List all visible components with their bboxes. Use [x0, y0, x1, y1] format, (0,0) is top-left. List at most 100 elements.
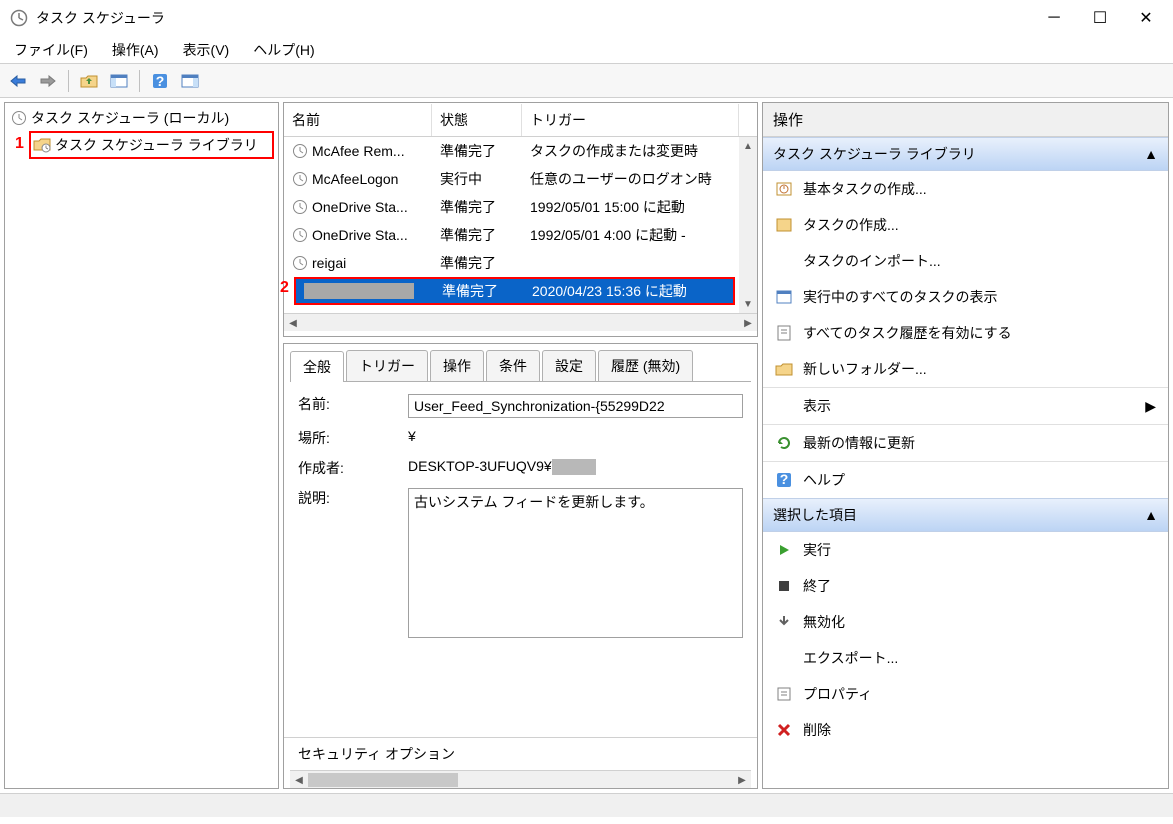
- task-list-horizontal-scrollbar[interactable]: ◀ ▶: [284, 313, 757, 331]
- details-horizontal-scrollbar[interactable]: ◀ ▶: [290, 770, 751, 788]
- action-run[interactable]: 実行: [763, 532, 1168, 568]
- actions-pane-header: 操作: [763, 103, 1168, 137]
- clock-icon: [11, 110, 27, 126]
- annotation-1: 1: [15, 135, 24, 153]
- running-tasks-icon: [775, 288, 793, 306]
- details-tabs: 全般 トリガー 操作 条件 設定 履歴 (無効): [284, 344, 757, 381]
- column-name[interactable]: 名前: [284, 104, 432, 136]
- tree-library-item[interactable]: 1 タスク スケジューラ ライブラリ: [29, 131, 274, 159]
- action-export[interactable]: エクスポート...: [763, 640, 1168, 676]
- tree-library-label: タスク スケジューラ ライブラリ: [55, 135, 258, 155]
- up-level-button[interactable]: [77, 69, 101, 93]
- field-name[interactable]: [408, 394, 743, 418]
- action-show-running[interactable]: 実行中のすべてのタスクの表示: [763, 279, 1168, 315]
- tab-triggers[interactable]: トリガー: [346, 350, 428, 381]
- action-refresh[interactable]: 最新の情報に更新: [763, 425, 1168, 461]
- annotation-2: 2: [280, 279, 289, 297]
- action-create-task[interactable]: タスクの作成...: [763, 207, 1168, 243]
- task-status: 準備完了: [432, 138, 522, 164]
- scroll-down-icon[interactable]: ▼: [739, 295, 757, 313]
- basic-task-icon: [775, 180, 793, 198]
- show-hide-action-pane-button[interactable]: [178, 69, 202, 93]
- close-button[interactable]: ✕: [1123, 2, 1169, 34]
- tab-general[interactable]: 全般: [290, 351, 344, 382]
- action-label: ヘルプ: [803, 470, 845, 490]
- task-row[interactable]: McAfeeLogon 実行中 任意のユーザーのログオン時: [284, 165, 739, 193]
- title-bar: タスク スケジューラ ─ ☐ ✕: [0, 0, 1173, 36]
- properties-icon: [775, 685, 793, 703]
- tab-conditions[interactable]: 条件: [486, 350, 540, 381]
- task-list-vertical-scrollbar[interactable]: ▲ ▼: [739, 137, 757, 313]
- run-icon: [775, 541, 793, 559]
- action-new-folder[interactable]: 新しいフォルダー...: [763, 351, 1168, 387]
- show-hide-tree-button[interactable]: [107, 69, 131, 93]
- actions-section-selected[interactable]: 選択した項目 ▲: [763, 498, 1168, 532]
- scrollbar-thumb[interactable]: [308, 773, 458, 787]
- collapse-icon[interactable]: ▲: [1144, 507, 1158, 523]
- redacted-task-name: [304, 283, 414, 299]
- app-icon: [10, 9, 28, 27]
- task-status: 準備完了: [432, 222, 522, 248]
- tree-root-item[interactable]: タスク スケジューラ (ローカル): [9, 107, 274, 129]
- collapse-icon[interactable]: ▲: [1144, 146, 1158, 162]
- main-area: タスク スケジューラ (ローカル) 1 タスク スケジューラ ライブラリ 名前 …: [0, 98, 1173, 793]
- task-row[interactable]: OneDrive Sta... 準備完了 1992/05/01 15:00 に起…: [284, 193, 739, 221]
- scroll-up-icon[interactable]: ▲: [739, 137, 757, 155]
- column-status[interactable]: 状態: [432, 104, 522, 136]
- task-row[interactable]: OneDrive Sta... 準備完了 1992/05/01 4:00 に起動…: [284, 221, 739, 249]
- tab-actions[interactable]: 操作: [430, 350, 484, 381]
- action-disable[interactable]: 無効化: [763, 604, 1168, 640]
- menu-bar: ファイル(F) 操作(A) 表示(V) ヘルプ(H): [0, 36, 1173, 64]
- task-row[interactable]: reigai 準備完了: [284, 249, 739, 277]
- action-help[interactable]: ? ヘルプ: [763, 462, 1168, 498]
- menu-action[interactable]: 操作(A): [100, 36, 171, 64]
- submenu-arrow-icon: ▶: [1145, 398, 1156, 415]
- clock-icon: [292, 171, 308, 187]
- scroll-left-icon[interactable]: ◀: [290, 771, 308, 789]
- action-create-basic-task[interactable]: 基本タスクの作成...: [763, 171, 1168, 207]
- actions-section-library[interactable]: タスク スケジューラ ライブラリ ▲: [763, 137, 1168, 171]
- task-name: OneDrive Sta...: [312, 199, 408, 215]
- tab-history[interactable]: 履歴 (無効): [598, 350, 693, 381]
- action-label: タスクの作成...: [803, 215, 899, 235]
- action-label: 最新の情報に更新: [803, 433, 915, 453]
- action-import-task[interactable]: タスクのインポート...: [763, 243, 1168, 279]
- forward-button[interactable]: [36, 69, 60, 93]
- clock-icon: [292, 143, 308, 159]
- scroll-right-icon[interactable]: ▶: [733, 771, 751, 789]
- action-enable-history[interactable]: すべてのタスク履歴を有効にする: [763, 315, 1168, 351]
- toolbar-separator: [68, 70, 69, 92]
- maximize-button[interactable]: ☐: [1077, 2, 1123, 34]
- help-button[interactable]: ?: [148, 69, 172, 93]
- back-button[interactable]: [6, 69, 30, 93]
- column-trigger[interactable]: トリガー: [522, 104, 739, 136]
- label-location: 場所:: [298, 428, 408, 448]
- action-label: 表示: [803, 396, 831, 416]
- menu-help[interactable]: ヘルプ(H): [241, 36, 326, 64]
- action-end[interactable]: 終了: [763, 568, 1168, 604]
- export-icon: [775, 649, 793, 667]
- task-trigger: [522, 260, 739, 266]
- minimize-button[interactable]: ─: [1031, 2, 1077, 34]
- scroll-right-icon[interactable]: ▶: [739, 314, 757, 332]
- action-delete[interactable]: 削除: [763, 712, 1168, 748]
- task-trigger: 1992/05/01 15:00 に起動: [522, 194, 739, 220]
- security-options-header: セキュリティ オプション: [284, 737, 757, 770]
- svg-text:?: ?: [780, 472, 789, 487]
- field-description[interactable]: [408, 488, 743, 638]
- task-row-selected[interactable]: 準備完了 2020/04/23 15:36 に起動: [294, 277, 735, 305]
- tree-root-label: タスク スケジューラ (ローカル): [31, 108, 229, 128]
- tab-settings[interactable]: 設定: [542, 350, 596, 381]
- action-view[interactable]: 表示 ▶: [763, 388, 1168, 424]
- task-name: reigai: [312, 255, 346, 271]
- tree-pane: タスク スケジューラ (ローカル) 1 タスク スケジューラ ライブラリ: [4, 102, 279, 789]
- value-location: ¥: [408, 428, 743, 444]
- scroll-left-icon[interactable]: ◀: [284, 314, 302, 332]
- menu-view[interactable]: 表示(V): [171, 36, 242, 64]
- action-properties[interactable]: プロパティ: [763, 676, 1168, 712]
- value-author: DESKTOP-3UFUQV9¥: [408, 458, 552, 474]
- svg-text:?: ?: [156, 73, 165, 89]
- task-name: McAfeeLogon: [312, 171, 398, 187]
- task-row[interactable]: McAfee Rem... 準備完了 タスクの作成または変更時: [284, 137, 739, 165]
- menu-file[interactable]: ファイル(F): [2, 36, 100, 64]
